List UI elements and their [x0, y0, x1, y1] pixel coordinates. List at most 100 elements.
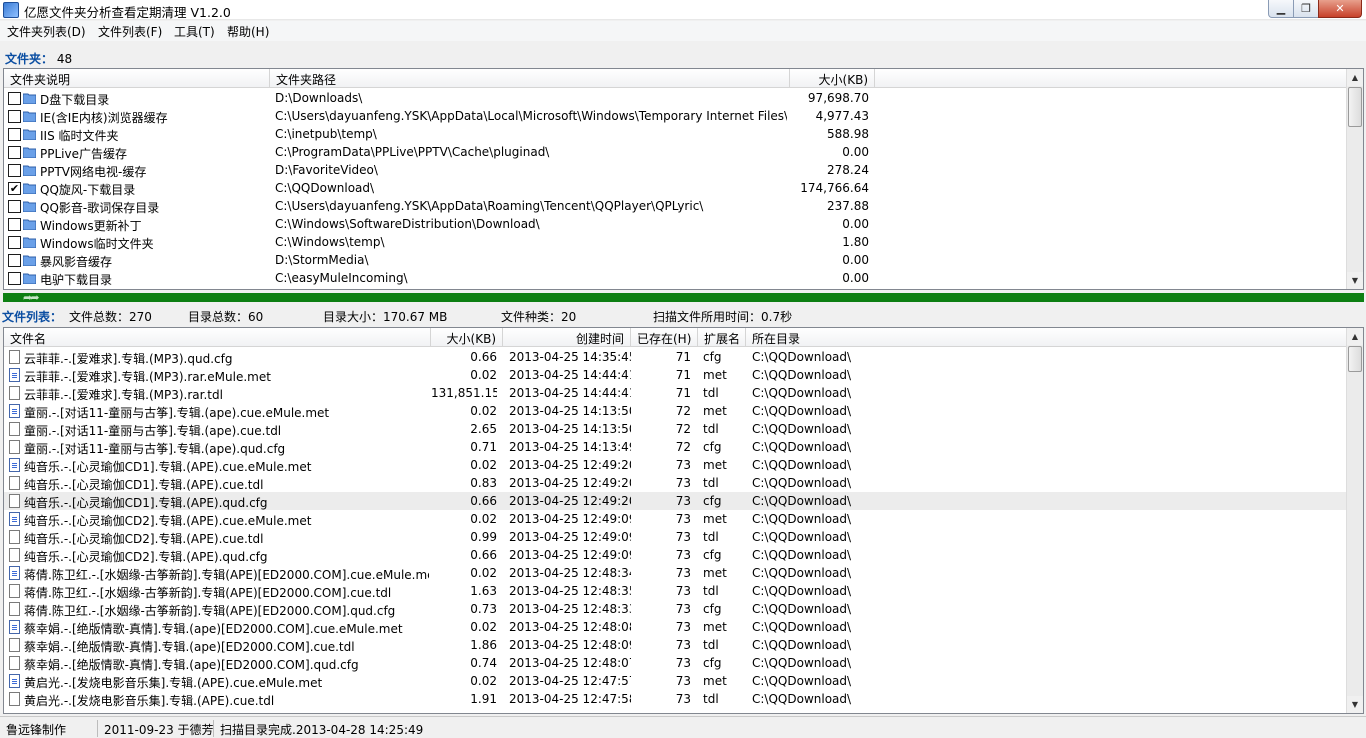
folder-checkbox[interactable]: [8, 272, 21, 285]
scroll-up-icon[interactable]: ▲: [1347, 69, 1363, 86]
folder-checkbox[interactable]: [8, 236, 21, 249]
file-dir: C:\QQDownload\: [752, 620, 852, 634]
file-row[interactable]: 蒋倩.陈卫红.-.[水姻缘-古筝新韵].专辑(APE)[ED2000.COM].…: [4, 600, 1347, 618]
folder-row[interactable]: Windows更新补丁 C:\Windows\SoftwareDistributi…: [4, 215, 1347, 233]
file-scrollbar[interactable]: ▲ ▼: [1346, 328, 1363, 713]
file-age: 73: [675, 692, 691, 706]
folder-row[interactable]: 电驴下载目录 C:\easyMuleIncoming\ 0.00: [4, 269, 1347, 287]
file-row[interactable]: 纯音乐.-.[心灵瑜伽CD2].专辑.(APE).qud.cfg 0.66 2013…: [4, 546, 1347, 564]
file-row[interactable]: 童丽.-.[对话11-童丽与古筝].专辑.(ape).cue.eMule.met…: [4, 402, 1347, 420]
maximize-button[interactable]: ❐: [1293, 0, 1319, 18]
folder-row[interactable]: IIS 临时文件夹 C:\inetpub\temp\ 588.98: [4, 125, 1347, 143]
folder-row[interactable]: PPLive广告缓存 C:\ProgramData\PPLive\PPTV\Cac…: [4, 143, 1347, 161]
file-ext: met: [703, 566, 727, 580]
folder-checkbox[interactable]: [8, 92, 21, 105]
menu-bar: 文件夹列表(D) 文件列表(F) 工具(T) 帮助(H): [0, 21, 1366, 41]
file-size: 0.02: [470, 674, 497, 688]
folder-row[interactable]: ✔ QQ旋风-下载目录 C:\QQDownload\ 174,766.64: [4, 179, 1347, 197]
col-file-size[interactable]: 大小(KB): [431, 328, 503, 347]
file-row[interactable]: 黄启光.-.[发烧电影音乐集].专辑.(APE).cue.tdl 1.91 2013…: [4, 690, 1347, 708]
menu-file-list[interactable]: 文件列表(F): [98, 23, 162, 40]
file-icon: [9, 530, 20, 544]
file-row[interactable]: 童丽.-.[对话11-童丽与古筝].专辑.(ape).cue.tdl 2.65 20…: [4, 420, 1347, 438]
scroll-thumb[interactable]: [1348, 87, 1362, 127]
col-ext[interactable]: 扩展名: [698, 328, 746, 347]
col-created[interactable]: 创建时间: [503, 328, 631, 347]
minimize-button[interactable]: ▁: [1268, 0, 1294, 18]
folder-row[interactable]: QQ影音-歌词保存目录 C:\Users\dayuanfeng.YSK\AppDa…: [4, 197, 1347, 215]
file-row[interactable]: 纯音乐.-.[心灵瑜伽CD1].专辑.(APE).cue.eMule.met 0.…: [4, 456, 1347, 474]
panel-splitter[interactable]: ➦➦: [3, 291, 1364, 304]
file-row[interactable]: 云菲菲.-.[爱难求].专辑.(MP3).qud.cfg 0.66 2013-04-…: [4, 348, 1347, 366]
file-row[interactable]: 蔡幸娟.-.[绝版情歌-真情].专辑.(ape)[ED2000.COM].cue…: [4, 636, 1347, 654]
col-folder-size[interactable]: 大小(KB): [790, 69, 875, 88]
file-ext: cfg: [703, 350, 722, 364]
folder-scrollbar[interactable]: ▲ ▼: [1346, 69, 1363, 289]
folder-size: 1.80: [842, 235, 869, 249]
folder-row[interactable]: D盘下载目录 D:\Downloads\ 97,698.70: [4, 89, 1347, 107]
file-icon: [9, 476, 20, 490]
file-age: 71: [675, 350, 691, 364]
file-dir: C:\QQDownload\: [752, 494, 852, 508]
scroll-down-icon[interactable]: ▼: [1347, 272, 1363, 289]
folder-checkbox[interactable]: [8, 218, 21, 231]
folder-row[interactable]: IE(含IE内核)浏览器缓存 C:\Users\dayuanfeng.YSK\Ap…: [4, 107, 1347, 125]
col-dir[interactable]: 所在目录: [746, 328, 1347, 347]
file-row[interactable]: 蔡幸娟.-.[绝版情歌-真情].专辑.(ape)[ED2000.COM].cue…: [4, 618, 1347, 636]
folder-checkbox[interactable]: [8, 110, 21, 123]
file-age: 72: [675, 440, 691, 454]
scroll-thumb[interactable]: [1348, 346, 1362, 372]
file-row[interactable]: 纯音乐.-.[心灵瑜伽CD2].专辑.(APE).cue.eMule.met 0.…: [4, 510, 1347, 528]
folder-desc: QQ影音-歌词保存目录: [40, 201, 160, 215]
menu-tools[interactable]: 工具(T): [174, 23, 215, 40]
col-folder-path[interactable]: 文件夹路径: [270, 69, 790, 88]
folder-checkbox[interactable]: [8, 254, 21, 267]
file-row[interactable]: 纯音乐.-.[心灵瑜伽CD1].专辑.(APE).cue.tdl 0.83 2013…: [4, 474, 1347, 492]
col-folder-desc[interactable]: 文件夹说明: [4, 69, 270, 88]
file-row[interactable]: 童丽.-.[对话11-童丽与古筝].专辑.(ape).qud.cfg 0.71 20…: [4, 438, 1347, 456]
file-created: 2013-04-25 14:35:45: [509, 350, 631, 364]
file-created: 2013-04-25 14:44:41: [509, 386, 631, 400]
scan-time: 扫描文件所用时间：0.7秒: [653, 310, 793, 324]
splitter-arrows-icon[interactable]: ➦➦: [23, 291, 40, 304]
folder-checkbox[interactable]: [8, 164, 21, 177]
file-row[interactable]: 云菲菲.-.[爱难求].专辑.(MP3).rar.tdl 131,851.15 20…: [4, 384, 1347, 402]
file-created: 2013-04-25 12:48:33: [509, 602, 631, 616]
folder-icon: [23, 93, 36, 104]
file-dir: C:\QQDownload\: [752, 656, 852, 670]
file-row[interactable]: 纯音乐.-.[心灵瑜伽CD1].专辑.(APE).qud.cfg 0.66 2013…: [4, 492, 1347, 510]
file-name: 云菲菲.-.[爱难求].专辑.(MP3).rar.eMule.met: [24, 370, 271, 384]
file-icon: [9, 602, 20, 616]
folder-checkbox[interactable]: [8, 200, 21, 213]
col-age[interactable]: 已存在(H): [631, 328, 698, 347]
folder-checkbox[interactable]: [8, 146, 21, 159]
close-button[interactable]: ✕: [1318, 0, 1362, 18]
folder-icon: [23, 165, 36, 176]
file-name: 黄启光.-.[发烧电影音乐集].专辑.(APE).cue.eMule.met: [24, 676, 323, 690]
folder-path: C:\Users\dayuanfeng.YSK\AppData\Local\Mi…: [275, 109, 787, 123]
col-file-name[interactable]: 文件名: [4, 328, 431, 347]
folder-path: C:\easyMuleIncoming\: [275, 271, 408, 285]
file-row[interactable]: 蒋倩.陈卫红.-.[水姻缘-古筝新韵].专辑(APE)[ED2000.COM].…: [4, 582, 1347, 600]
file-age: 73: [675, 476, 691, 490]
file-row[interactable]: 纯音乐.-.[心灵瑜伽CD2].专辑.(APE).cue.tdl 0.99 2013…: [4, 528, 1347, 546]
folder-row[interactable]: Windows临时文件夹 C:\Windows\temp\ 1.80: [4, 233, 1347, 251]
menu-help[interactable]: 帮助(H): [227, 23, 269, 40]
folder-row[interactable]: PPTV网络电视-缓存 D:\FavoriteVideo\ 278.24: [4, 161, 1347, 179]
folder-icon: [23, 273, 36, 284]
scroll-down-icon[interactable]: ▼: [1347, 696, 1363, 713]
file-icon: [9, 440, 20, 454]
file-name: 纯音乐.-.[心灵瑜伽CD2].专辑.(APE).qud.cfg: [24, 550, 268, 564]
folder-row[interactable]: 暴风影音缓存 D:\StormMedia\ 0.00: [4, 251, 1347, 269]
status-date-author: 2011-09-23 于德芳: [100, 720, 214, 737]
file-row[interactable]: 蒋倩.陈卫红.-.[水姻缘-古筝新韵].专辑(APE)[ED2000.COM].…: [4, 564, 1347, 582]
file-size: 0.02: [470, 458, 497, 472]
folder-checkbox[interactable]: [8, 128, 21, 141]
file-row[interactable]: 云菲菲.-.[爱难求].专辑.(MP3).rar.eMule.met 0.02 20…: [4, 366, 1347, 384]
file-row[interactable]: 黄启光.-.[发烧电影音乐集].专辑.(APE).cue.eMule.met 0.…: [4, 672, 1347, 690]
folder-checkbox[interactable]: ✔: [8, 182, 21, 195]
folder-size: 278.24: [827, 163, 869, 177]
scroll-up-icon[interactable]: ▲: [1347, 328, 1363, 345]
file-row[interactable]: 蔡幸娟.-.[绝版情歌-真情].专辑.(ape)[ED2000.COM].qud…: [4, 654, 1347, 672]
menu-folder-list[interactable]: 文件夹列表(D): [7, 23, 86, 40]
